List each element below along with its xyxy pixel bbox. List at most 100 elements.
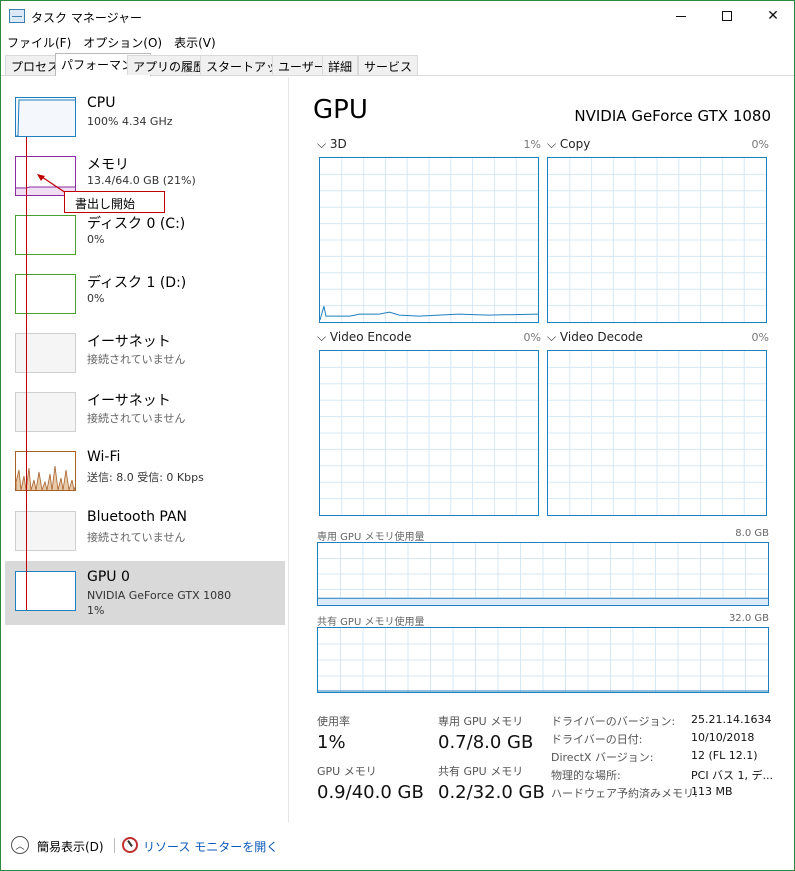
sidebar-item-title: イーサネット [87, 334, 171, 350]
dedicated-mem-label: 専用 GPU メモリ使用量 [317, 532, 425, 543]
physical-location-value: PCI バス 1, デ... [691, 769, 774, 782]
sidebar-item-title: イーサネット [87, 393, 171, 409]
annotation-callout: 書出し開始 [64, 191, 165, 213]
dedicated-gpu-mem-value: 0.7/8.0 GB [438, 732, 534, 753]
disk-0-thumbnail [15, 215, 76, 255]
dedicated-mem-chart [317, 542, 769, 606]
tab-bar: プロセス パフォーマンス アプリの履歴 スタートアップ ユーザー 詳細 サービス [1, 53, 794, 76]
chart-label-text: 3D [329, 137, 347, 151]
sidebar-item-sub: 13.4/64.0 GB (21%) [87, 174, 196, 187]
sidebar-item-title: ディスク 0 (C:) [87, 216, 186, 232]
close-button[interactable]: ✕ [750, 1, 794, 31]
physical-location-label: 物理的な場所: [551, 769, 621, 782]
chart-video-decode-label[interactable]: ⌵ Video Decode [547, 330, 643, 345]
divider [114, 838, 115, 853]
sidebar-item-disk-1[interactable]: ディスク 1 (D:) 0% [5, 270, 285, 328]
gpu-mem-label: GPU メモリ [317, 765, 377, 778]
chevron-down-icon: ⌵ [547, 330, 560, 344]
chart-label-text: Video Encode [329, 330, 412, 344]
open-resource-monitor-link[interactable]: リソース モニターを開く [143, 838, 278, 855]
sidebar-item-title: ディスク 1 (D:) [87, 275, 187, 291]
task-manager-icon [9, 9, 25, 23]
reserved-mem-value: 113 MB [691, 785, 733, 798]
menu-file[interactable]: ファイル(F) [1, 32, 77, 52]
title-bar: タスク マネージャー ✕ [1, 1, 794, 31]
wifi-thumbnail [15, 451, 76, 491]
dedicated-gpu-mem-label: 専用 GPU メモリ [438, 715, 524, 728]
annotation-line [26, 137, 27, 610]
gpu-0-thumbnail [15, 571, 76, 611]
sidebar-item-gpu-0[interactable]: GPU 0 NVIDIA GeForce GTX 1080 1% [5, 561, 285, 625]
bottom-bar: ︿ 簡易表示(D) リソース モニターを開く [1, 831, 794, 861]
tab-app-history[interactable]: アプリの履歴 [127, 55, 212, 75]
chart-video-encode-pct: 0% [523, 331, 541, 344]
driver-date-label: ドライバーの日付: [551, 733, 643, 746]
cpu-thumbnail [15, 97, 76, 137]
usage-value: 1% [317, 732, 346, 753]
sidebar-item-bluetooth-pan[interactable]: Bluetooth PAN 接続されていません [5, 507, 285, 565]
task-manager-window: タスク マネージャー ✕ ファイル(F) オプション(O) 表示(V) プロセス… [0, 0, 795, 871]
resource-monitor-icon [122, 837, 138, 853]
page-title: GPU [313, 95, 368, 125]
chart-grid [320, 158, 538, 322]
chart-copy-pct: 0% [751, 138, 769, 151]
minimize-button[interactable] [658, 1, 704, 31]
bluetooth-thumbnail [15, 511, 76, 551]
chart-video-encode [319, 350, 539, 516]
minimize-icon [676, 15, 686, 17]
sidebar-item-sub: 送信: 8.0 受信: 0 Kbps [87, 471, 204, 484]
gpu-detail-pane: GPU NVIDIA GeForce GTX 1080 ⌵ 3D 1% ⌵ Co… [301, 77, 791, 822]
chart-video-decode [547, 350, 767, 516]
chart-video-decode-pct: 0% [751, 331, 769, 344]
gpu-model-name: NVIDIA GeForce GTX 1080 [574, 107, 771, 125]
menu-view[interactable]: 表示(V) [168, 32, 222, 52]
sidebar-item-disk-0[interactable]: ディスク 0 (C:) 0% [5, 211, 285, 269]
maximize-icon [722, 11, 732, 21]
chevron-up-icon[interactable]: ︿ [11, 836, 29, 854]
chart-grid [548, 158, 766, 322]
sidebar-item-title: Wi-Fi [87, 449, 121, 465]
chart-3d-pct: 1% [523, 138, 541, 151]
disk-1-thumbnail [15, 274, 76, 314]
shared-mem-chart [317, 627, 769, 693]
sidebar-item-ethernet-2[interactable]: イーサネット 接続されていません [5, 388, 285, 446]
chart-grid [318, 628, 768, 692]
usage-label: 使用率 [317, 715, 350, 728]
sidebar-item-sub: 0% [87, 292, 105, 305]
chart-video-encode-label[interactable]: ⌵ Video Encode [317, 330, 411, 345]
shared-gpu-mem-value: 0.2/32.0 GB [438, 782, 545, 803]
tab-details[interactable]: 詳細 [322, 55, 359, 75]
chart-copy [547, 157, 767, 323]
chart-grid [548, 351, 766, 515]
close-icon: ✕ [767, 8, 779, 24]
sidebar-item-sub2: 1% [87, 604, 105, 617]
driver-version-label: ドライバーのバージョン: [551, 715, 676, 728]
gpu-mem-value: 0.9/40.0 GB [317, 782, 424, 803]
sidebar-item-cpu[interactable]: CPU 100% 4.34 GHz [5, 93, 285, 151]
chart-copy-label[interactable]: ⌵ Copy [547, 137, 590, 152]
sidebar-item-title: GPU 0 [87, 569, 130, 585]
shared-mem-label: 共有 GPU メモリ使用量 [317, 617, 425, 628]
sidebar-item-title: CPU [87, 95, 116, 111]
sidebar-item-wifi[interactable]: Wi-Fi 送信: 8.0 受信: 0 Kbps [5, 447, 285, 505]
ethernet-2-thumbnail [15, 392, 76, 432]
ethernet-1-thumbnail [15, 333, 76, 373]
sidebar-item-title: Bluetooth PAN [87, 509, 188, 525]
chevron-down-icon: ⌵ [317, 330, 330, 344]
chevron-down-icon: ⌵ [317, 137, 330, 151]
directx-label: DirectX バージョン: [551, 751, 654, 764]
sidebar-item-sub: NVIDIA GeForce GTX 1080 [87, 589, 232, 602]
menu-options[interactable]: オプション(O) [77, 32, 168, 52]
directx-value: 12 (FL 12.1) [691, 749, 758, 762]
chart-3d [319, 157, 539, 323]
fewer-details-button[interactable]: 簡易表示(D) [37, 838, 104, 855]
maximize-button[interactable] [704, 1, 750, 31]
tab-services[interactable]: サービス [358, 55, 419, 75]
sidebar-item-ethernet-1[interactable]: イーサネット 接続されていません [5, 329, 285, 387]
menu-bar: ファイル(F) オプション(O) 表示(V) [1, 32, 222, 52]
dedicated-mem-max: 8.0 GB [735, 528, 769, 539]
shared-mem-max: 32.0 GB [728, 613, 769, 624]
chart-3d-label[interactable]: ⌵ 3D [317, 137, 347, 152]
sidebar-item-sub: 接続されていません [87, 353, 186, 366]
chart-grid [318, 543, 768, 605]
